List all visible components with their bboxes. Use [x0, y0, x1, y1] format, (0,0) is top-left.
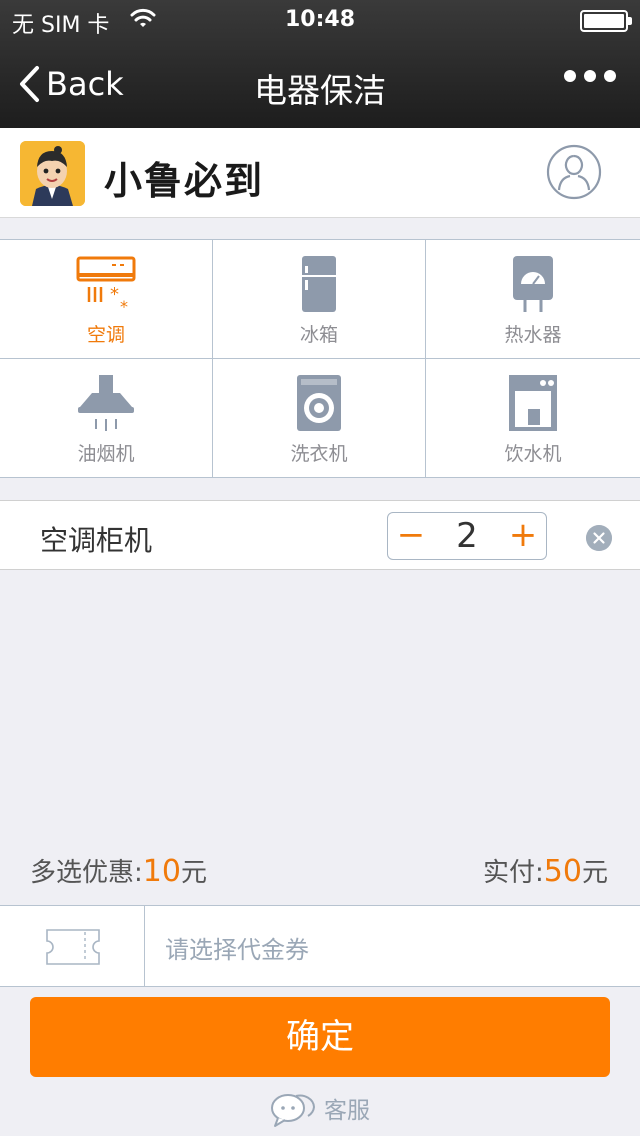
dot-icon	[584, 70, 596, 82]
customer-service-link[interactable]: 客服	[0, 1088, 640, 1128]
confirm-button[interactable]: 确定	[30, 997, 610, 1077]
category-refrigerator[interactable]: 冰箱	[213, 240, 426, 359]
category-label: 热水器	[504, 324, 562, 346]
category-label: 空调	[86, 324, 125, 346]
brand-bar: 小鲁必到	[0, 128, 640, 218]
paid-unit: 元	[581, 858, 608, 888]
category-label: 冰箱	[299, 324, 338, 346]
page-title: 电器保洁	[254, 71, 386, 110]
increment-button[interactable]: +	[500, 513, 546, 559]
coupon-placeholder: 请选择代金券	[165, 936, 309, 964]
category-range-hood[interactable]: 油烟机	[0, 359, 213, 478]
coupon-icon-box	[0, 906, 145, 986]
category-label: 洗衣机	[290, 443, 348, 465]
selected-item-row: 空调柜机 − 2 +	[0, 500, 640, 570]
paid-label: 实付:	[483, 858, 544, 888]
category-label: 饮水机	[504, 443, 562, 465]
more-options-button[interactable]	[564, 70, 616, 82]
remove-item-icon[interactable]	[586, 525, 612, 551]
decrement-button[interactable]: −	[388, 513, 434, 559]
refrigerator-icon	[302, 256, 336, 312]
navigation-bar: Back 电器保洁	[0, 40, 640, 128]
category-label: 油烟机	[77, 443, 135, 465]
category-air-conditioner[interactable]: * * 空调	[0, 240, 213, 359]
brand-logo	[20, 141, 85, 206]
water-dispenser-icon	[509, 375, 557, 431]
quantity-stepper: − 2 +	[387, 512, 547, 560]
category-grid: * * 空调 冰箱 热水器 油烟机 洗衣机 饮水机	[0, 239, 640, 478]
clock: 10:48	[284, 7, 356, 32]
user-profile-icon[interactable]	[546, 144, 602, 200]
dot-icon	[564, 70, 576, 82]
svg-text:*: *	[110, 284, 119, 305]
dot-icon	[604, 70, 616, 82]
discount-label: 多选优惠:	[30, 858, 143, 888]
category-water-heater[interactable]: 热水器	[426, 240, 640, 359]
customer-service-label: 客服	[324, 1098, 370, 1124]
svg-text:*: *	[120, 297, 128, 314]
coupon-ticket-icon	[46, 929, 100, 965]
battery-icon	[580, 10, 632, 32]
top-bar: 无 SIM 卡 10:48 Back 电器保洁	[0, 0, 640, 128]
water-heater-icon	[513, 256, 553, 312]
washing-machine-icon	[297, 375, 341, 431]
mascot-icon	[20, 141, 85, 206]
discount-value: 10	[142, 854, 181, 889]
discount-summary: 多选优惠:10元	[30, 852, 207, 889]
totals-row: 多选优惠:10元 实付:50元	[0, 852, 640, 892]
category-washing-machine[interactable]: 洗衣机	[213, 359, 426, 478]
range-hood-icon	[78, 375, 134, 431]
coupon-selector[interactable]: 请选择代金券	[0, 905, 640, 987]
chat-bubble-icon	[271, 1094, 316, 1127]
quantity-value: 2	[456, 516, 478, 556]
brand-name: 小鲁必到	[104, 159, 265, 203]
status-bar: 无 SIM 卡 10:48	[0, 0, 640, 40]
category-water-dispenser[interactable]: 饮水机	[426, 359, 640, 478]
discount-unit: 元	[180, 858, 207, 888]
air-conditioner-icon: * *	[76, 256, 136, 314]
paid-value: 50	[543, 854, 582, 889]
payment-summary: 实付:50元	[483, 852, 608, 889]
item-name: 空调柜机	[40, 524, 153, 557]
